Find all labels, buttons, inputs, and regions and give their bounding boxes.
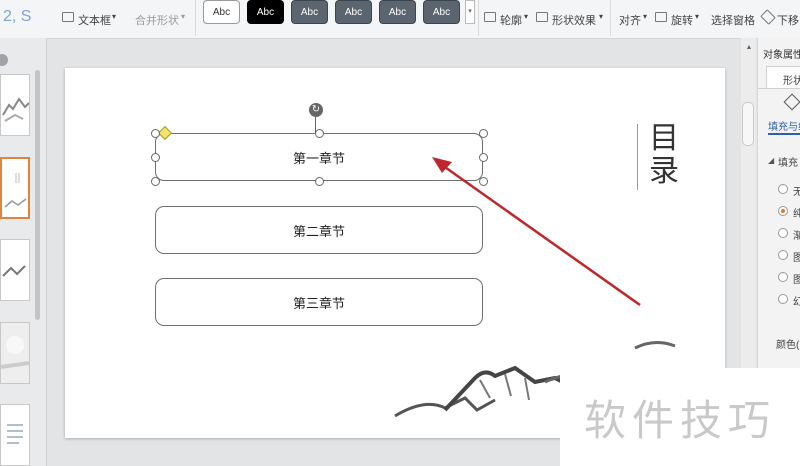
fill-option-label: 幻	[793, 297, 800, 308]
watermark: 软件技巧	[560, 368, 800, 466]
panel-title: 对象属性	[763, 50, 800, 61]
tab-shape-label: 形状	[783, 76, 800, 87]
color-label: 颜色(	[776, 340, 800, 351]
fill-section-header: 填充	[778, 158, 798, 169]
tab-shape[interactable]: 形状	[766, 66, 800, 88]
fill-option-label: 图	[793, 275, 800, 286]
scroll-up-icon[interactable]: ▲	[744, 44, 754, 52]
fill-option-picture-radio[interactable]	[778, 250, 788, 260]
fill-option-solid-radio[interactable]	[778, 206, 788, 216]
tab-divider	[758, 88, 800, 89]
fill-option-gradient-radio[interactable]	[778, 228, 788, 238]
collapse-section-icon[interactable]: ◢	[768, 156, 774, 165]
fill-option-none-radio[interactable]	[778, 184, 788, 194]
fill-option-slide-bg-radio[interactable]	[778, 294, 788, 304]
fill-option-label: 图	[793, 253, 800, 264]
fill-option-label: 纯	[793, 209, 800, 220]
fill-bucket-icon[interactable]	[783, 93, 800, 111]
fill-option-label: 渐	[793, 231, 800, 242]
active-tab-underline	[768, 133, 800, 135]
fill-option-pattern-radio[interactable]	[778, 272, 788, 282]
fill-option-label: 无	[793, 187, 800, 198]
slide-scrollbar-thumb[interactable]	[742, 102, 754, 146]
tab-fill-line[interactable]: 填充与线条	[768, 118, 800, 133]
